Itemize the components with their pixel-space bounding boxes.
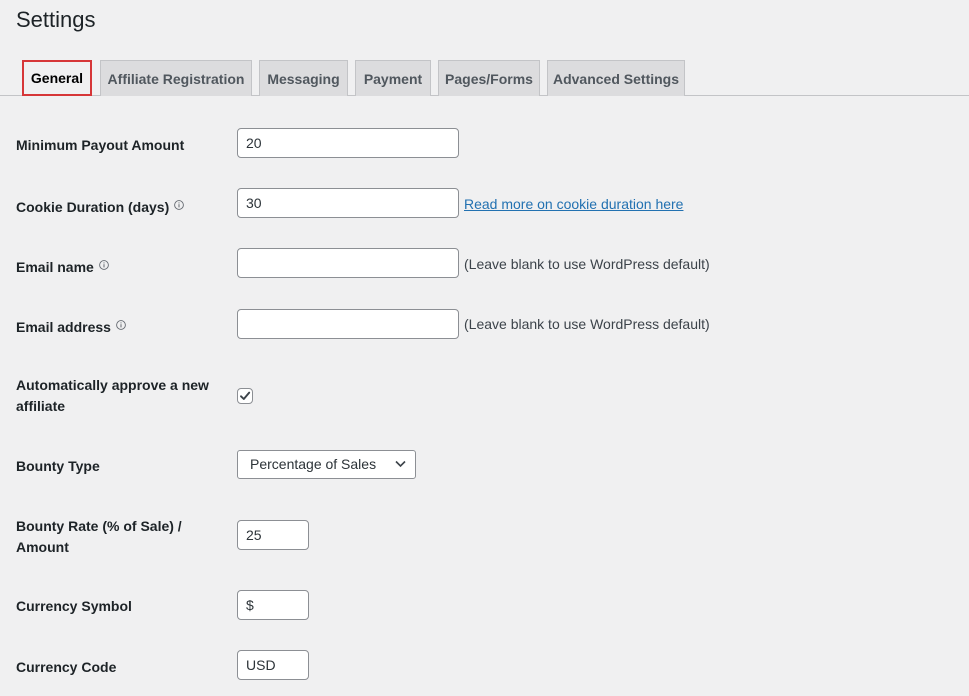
chevron-down-icon — [395, 460, 406, 468]
checkmark-icon — [240, 391, 251, 400]
email-address-label: Email address — [16, 315, 126, 338]
cookie-duration-input[interactable] — [237, 188, 459, 218]
auto-approve-checkbox[interactable] — [237, 388, 253, 404]
email-name-note: (Leave blank to use WordPress default) — [464, 256, 710, 272]
bounty-rate-input[interactable] — [237, 520, 309, 550]
tab-pages-forms[interactable]: Pages/Forms — [438, 60, 540, 96]
currency-code-label: Currency Code — [16, 659, 117, 675]
bounty-type-label: Bounty Type — [16, 458, 100, 474]
info-icon[interactable] — [98, 255, 109, 270]
min-payout-label: Minimum Payout Amount — [16, 137, 185, 153]
info-icon[interactable] — [174, 195, 185, 210]
email-address-input[interactable] — [237, 309, 459, 339]
tab-payment[interactable]: Payment — [355, 60, 431, 96]
auto-approve-label: Automatically approve a new affiliate — [16, 377, 209, 414]
bounty-rate-label: Bounty Rate (% of Sale) / Amount — [16, 518, 182, 555]
tab-general[interactable]: General — [22, 60, 92, 96]
cookie-duration-label: Cookie Duration (days) — [16, 195, 185, 218]
bounty-type-select[interactable]: Percentage of Sales — [237, 450, 416, 479]
info-icon[interactable] — [116, 315, 126, 330]
currency-code-input[interactable] — [237, 650, 309, 680]
settings-tabs: General Affiliate Registration Messaging… — [0, 60, 969, 96]
min-payout-input[interactable] — [237, 128, 459, 158]
email-address-note: (Leave blank to use WordPress default) — [464, 316, 710, 332]
tab-advanced-settings[interactable]: Advanced Settings — [547, 60, 685, 96]
currency-symbol-label: Currency Symbol — [16, 598, 132, 614]
email-name-input[interactable] — [237, 248, 459, 278]
email-name-label: Email name — [16, 255, 109, 278]
tab-affiliate-registration[interactable]: Affiliate Registration — [100, 60, 252, 96]
page-title: Settings — [16, 7, 96, 32]
tab-messaging[interactable]: Messaging — [259, 60, 348, 96]
bounty-type-selected: Percentage of Sales — [250, 456, 377, 472]
currency-symbol-input[interactable] — [237, 590, 309, 620]
cookie-duration-link[interactable]: Read more on cookie duration here — [464, 194, 683, 214]
